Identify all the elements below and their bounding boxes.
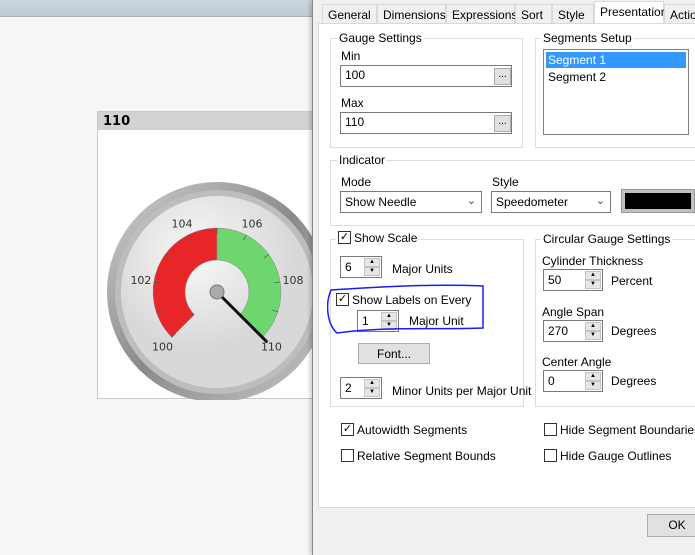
style-label: Style — [492, 175, 519, 189]
min-expression-button[interactable]: ... — [494, 68, 511, 85]
spin-up-icon[interactable]: ▲ — [364, 379, 380, 388]
ok-button[interactable]: OK — [647, 514, 695, 537]
degrees-label: Degrees — [611, 324, 657, 338]
major-units-label: Major Units — [392, 262, 453, 276]
font-button[interactable]: Font... — [358, 343, 430, 364]
window-titlebar — [0, 0, 313, 17]
tab-expressions[interactable]: Expressions — [446, 4, 517, 23]
chevron-down-icon: ⌄ — [595, 195, 605, 207]
angle-span-value: 270 — [548, 324, 569, 338]
gauge-svg: 100 102 104 106 108 110 — [107, 182, 318, 400]
segments-setup-title: Segments Setup — [541, 31, 634, 45]
degrees-label: Degrees — [611, 374, 657, 388]
spin-down-icon[interactable]: ▼ — [585, 280, 601, 289]
gauge-tick-label: 110 — [261, 340, 282, 353]
mode-value: Show Needle — [345, 195, 417, 209]
show-scale-checkbox[interactable]: ✓ Show Scale — [336, 231, 420, 245]
option-label: Hide Segment Boundaries — [560, 423, 695, 437]
max-value: 110 — [345, 115, 365, 129]
cylinder-thickness-spinner[interactable]: 50 ▲ ▼ — [543, 269, 603, 291]
checkbox-checked-icon: ✓ — [338, 231, 351, 244]
tab-actions[interactable]: Actions — [664, 4, 695, 23]
checkbox-icon: ✓ — [341, 423, 354, 436]
circular-gauge-title: Circular Gauge Settings — [541, 232, 673, 246]
angle-span-spinner[interactable]: 270 ▲ ▼ — [543, 320, 603, 342]
spin-up-icon[interactable]: ▲ — [585, 372, 601, 381]
segment-item[interactable]: Segment 1 — [546, 52, 686, 68]
gauge-needle-hub — [209, 284, 225, 300]
chart-properties-dialog: General Dimensions Expressions Sort Style Pre… — [312, 0, 695, 555]
min-value: 100 — [345, 68, 366, 82]
mode-label: Mode — [341, 175, 372, 189]
minor-units-value: 2 — [345, 381, 352, 395]
major-units-value: 6 — [345, 260, 352, 274]
hand-drawn-highlight — [327, 284, 484, 334]
gauge-tick-label: 106 — [241, 217, 262, 230]
show-scale-label: Show Scale — [354, 231, 418, 245]
tab-dimensions[interactable]: Dimensions — [377, 4, 446, 23]
checkbox-icon — [544, 423, 557, 436]
presentation-panel: Gauge Settings Min 100 ... Max 110 ... S… — [318, 23, 695, 508]
gauge-chart-object[interactable]: 110 100 102 104 106 108 110 — [97, 111, 318, 400]
segment-item[interactable]: Segment 2 — [546, 70, 686, 84]
gauge-title: 110 — [98, 112, 316, 130]
needle-color-button[interactable] — [621, 189, 695, 213]
tab-sort[interactable]: Sort — [515, 4, 552, 23]
chevron-down-icon: ⌄ — [466, 195, 476, 207]
autowidth-segments-checkbox[interactable]: ✓ Autowidth Segments — [341, 423, 467, 437]
option-label: Relative Segment Bounds — [357, 449, 496, 463]
indicator-title: Indicator — [337, 153, 388, 167]
segments-list[interactable]: Segment 1 Segment 2 — [543, 49, 689, 135]
option-label: Autowidth Segments — [357, 423, 468, 437]
hide-segment-boundaries-checkbox[interactable]: Hide Segment Boundaries — [544, 423, 695, 437]
spin-down-icon[interactable]: ▼ — [364, 388, 380, 397]
spin-down-icon[interactable]: ▼ — [364, 267, 380, 276]
tab-presentation[interactable]: Presentation — [594, 1, 667, 24]
relative-segment-bounds-checkbox[interactable]: Relative Segment Bounds — [341, 449, 496, 463]
gauge-tick-label: 100 — [152, 340, 173, 353]
center-angle-value: 0 — [548, 374, 555, 388]
angle-span-label: Angle Span — [542, 305, 605, 319]
percent-label: Percent — [611, 274, 653, 288]
gauge-tick-label: 104 — [172, 217, 193, 230]
spin-down-icon[interactable]: ▼ — [585, 331, 601, 340]
cylinder-thickness-value: 50 — [548, 273, 562, 287]
minor-units-spinner[interactable]: 2 ▲ ▼ — [340, 377, 382, 399]
max-input[interactable]: 110 — [340, 112, 512, 134]
major-units-spinner[interactable]: 6 ▲ ▼ — [340, 256, 382, 278]
option-label: Hide Gauge Outlines — [560, 449, 672, 463]
spin-up-icon[interactable]: ▲ — [585, 271, 601, 280]
center-angle-label: Center Angle — [542, 355, 612, 369]
checkbox-icon — [341, 449, 354, 462]
minor-units-label: Minor Units per Major Unit — [392, 384, 532, 398]
tab-style[interactable]: Style — [552, 4, 594, 23]
gauge-tick-label: 102 — [130, 274, 151, 287]
min-input[interactable]: 100 — [340, 65, 512, 87]
gauge-settings-title: Gauge Settings — [337, 31, 424, 45]
spin-up-icon[interactable]: ▲ — [585, 322, 601, 331]
max-expression-button[interactable]: ... — [494, 115, 511, 132]
cylinder-thickness-label: Cylinder Thickness — [542, 254, 644, 268]
gauge-tick-label: 108 — [283, 274, 304, 287]
checkbox-icon — [544, 449, 557, 462]
hide-gauge-outlines-checkbox[interactable]: Hide Gauge Outlines — [544, 449, 671, 463]
center-angle-spinner[interactable]: 0 ▲ ▼ — [543, 370, 603, 392]
min-label: Min — [341, 49, 361, 63]
spin-up-icon[interactable]: ▲ — [364, 258, 380, 267]
mode-dropdown[interactable]: Show Needle ⌄ — [340, 191, 482, 213]
style-value: Speedometer — [496, 195, 569, 209]
max-label: Max — [341, 96, 364, 110]
style-dropdown[interactable]: Speedometer ⌄ — [491, 191, 611, 213]
tab-general[interactable]: General — [322, 4, 377, 23]
spin-down-icon[interactable]: ▼ — [585, 381, 601, 390]
